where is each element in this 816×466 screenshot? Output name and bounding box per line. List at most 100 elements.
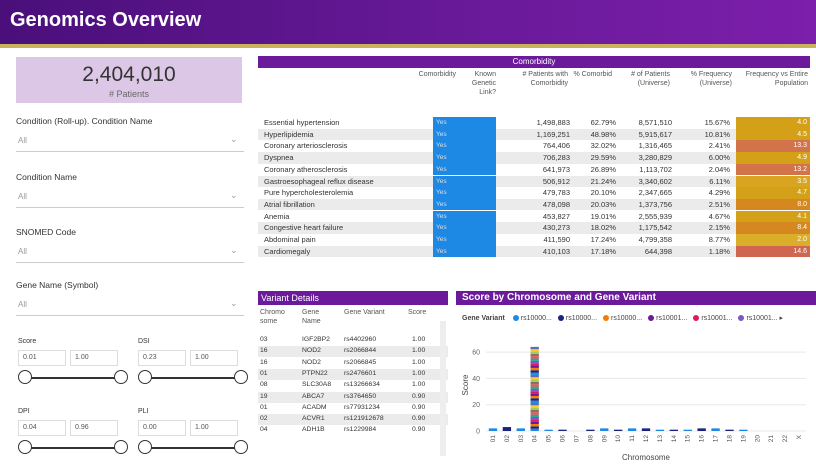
slider-min-handle[interactable]: [138, 440, 152, 454]
chevron-down-icon[interactable]: ⌄: [230, 134, 240, 144]
slider-max-handle[interactable]: [234, 440, 248, 454]
table-row[interactable]: 01 PTPN22 rs2476601 1.00: [258, 368, 448, 380]
legend-item[interactable]: rs10001...: [642, 315, 687, 322]
column-header-gene-variant[interactable]: Gene Variant: [344, 308, 402, 317]
table-row[interactable]: Hyperlipidemia Yes 1,169,251 48.98% 5,915,61…: [258, 128, 810, 141]
slider-track[interactable]: [144, 377, 242, 379]
table-row[interactable]: Gastroesophageal reflux disease Yes 506,91…: [258, 175, 810, 187]
table-row[interactable]: 01 ACADM rs77931234 0.90: [258, 402, 448, 414]
table-row[interactable]: 16 NOD2 rs2066844 1.00: [258, 346, 448, 358]
range-slider-dsi[interactable]: DSI 0.23 1.00: [134, 338, 252, 394]
range-slider-pli[interactable]: PLI 0.00 1.00: [134, 408, 252, 464]
chevron-down-icon[interactable]: ⌄: [230, 190, 240, 200]
comorbidity-title: Comorbidity: [258, 56, 810, 68]
column-header-score[interactable]: Score: [408, 308, 434, 317]
legend-item[interactable]: rs10000...: [507, 315, 552, 322]
slider-max-handle[interactable]: [234, 370, 248, 384]
legend-swatch: [603, 315, 610, 321]
dropdown-condition-name[interactable]: All ⌄: [16, 186, 244, 208]
slider-max-handle[interactable]: [114, 440, 128, 454]
freq-universe-cell: 1.18%: [708, 246, 730, 256]
column-header-pct-comorbid[interactable]: % Comorbid: [570, 70, 612, 79]
table-row[interactable]: Cardiomegaly Yes 410,103 17.18% 644,398 1.18%…: [258, 245, 810, 258]
table-row[interactable]: 03 IGF2BP2 rs4402960 1.00: [258, 335, 448, 346]
range-max-input[interactable]: 1.00: [190, 350, 238, 366]
comorbidity-name: Coronary arteriosclerosis: [264, 141, 348, 151]
legend-label: rs10000...: [520, 315, 552, 322]
table-row[interactable]: Congestive heart failure Yes 430,273 18.02%…: [258, 222, 810, 234]
column-header-chromosome[interactable]: Chromo some: [260, 308, 290, 326]
range-min-input[interactable]: 0.04: [18, 420, 66, 436]
legend-label: rs10000...: [611, 315, 643, 322]
column-header-freq-universe[interactable]: % Frequency (Universe): [688, 70, 732, 88]
slicer-condition-name[interactable]: Condition Name All ⌄: [12, 172, 248, 212]
patients-cell: 411,590: [543, 235, 570, 244]
dropdown-gene-name[interactable]: All ⌄: [16, 294, 244, 316]
legend-item[interactable]: rs10000...: [597, 315, 642, 322]
bar-segment: [530, 349, 539, 352]
range-title: DPI: [18, 408, 30, 415]
column-header-known-link[interactable]: Known Genetic Link?: [458, 70, 496, 97]
x-tick-label: 09: [601, 435, 608, 443]
table-row[interactable]: 02 ACVR1 rs121912678 0.90: [258, 414, 448, 426]
column-header-gene-name[interactable]: Gene Name: [302, 308, 334, 326]
slider-max-handle[interactable]: [114, 370, 128, 384]
legend-label: rs10000...: [565, 315, 598, 322]
table-row[interactable]: Atrial fibrillation Yes 478,098 20.03% 1,373…: [258, 198, 810, 211]
legend-swatch: [693, 315, 700, 321]
column-header-universe[interactable]: # of Patients (Universe): [616, 70, 670, 88]
slider-min-handle[interactable]: [18, 370, 32, 384]
gene-name-cell: ACVR1: [302, 415, 325, 423]
range-max-input[interactable]: 1.00: [190, 420, 238, 436]
table-row[interactable]: Coronary arteriosclerosis Yes 764,406 32.02…: [258, 140, 810, 152]
freq-vs-population-cell: 4.1: [736, 210, 810, 223]
legend-item[interactable]: rs10001...: [687, 315, 732, 322]
bar-segment: [530, 360, 539, 364]
range-slider-dpi[interactable]: DPI 0.04 0.96: [14, 408, 132, 464]
comorbidity-name: Congestive heart failure: [264, 223, 344, 233]
range-title: DSI: [138, 338, 150, 345]
column-header-freq-vs-population[interactable]: Frequency vs Entire Population: [738, 70, 808, 88]
range-max-input[interactable]: 1.00: [70, 350, 118, 366]
range-min-input[interactable]: 0.00: [138, 420, 186, 436]
dropdown-condition-rollup[interactable]: All ⌄: [16, 130, 244, 152]
pct-comorbid-cell: 20.03%: [590, 199, 616, 209]
legend-item[interactable]: rs10001...: [732, 315, 778, 322]
slicer-gene-name[interactable]: Gene Name (Symbol) All ⌄: [12, 280, 248, 320]
table-row[interactable]: Pure hypercholesterolemia Yes 479,783 20.10…: [258, 187, 810, 199]
x-tick-label: 08: [587, 435, 594, 443]
slider-min-handle[interactable]: [138, 370, 152, 384]
table-row[interactable]: Abdominal pain Yes 411,590 17.24% 4,799,358 8…: [258, 234, 810, 246]
slider-track[interactable]: [24, 447, 122, 449]
table-row[interactable]: 19 ABCA7 rs3764650 0.90: [258, 391, 448, 403]
range-slider-score[interactable]: Score 0.01 1.00: [14, 338, 132, 394]
bar-segment: [530, 426, 539, 429]
x-tick-label: 01: [490, 435, 497, 443]
slider-track[interactable]: [144, 447, 242, 449]
table-row[interactable]: Anemia Yes 453,827 19.01% 2,555,939 4.67% 4.1: [258, 210, 810, 223]
table-row[interactable]: Coronary atherosclerosis Yes 641,973 26.89%…: [258, 163, 810, 176]
scrollbar[interactable]: [440, 321, 446, 456]
chevron-right-icon[interactable]: ▸: [780, 315, 784, 322]
range-min-input[interactable]: 0.01: [18, 350, 66, 366]
slider-min-handle[interactable]: [18, 440, 32, 454]
bar-segment: [558, 429, 567, 431]
dropdown-snomed-code[interactable]: All ⌄: [16, 241, 244, 263]
table-row[interactable]: Dyspnea Yes 706,283 29.59% 3,280,829 6.00% 4.9: [258, 152, 810, 164]
slicer-snomed-code[interactable]: SNOMED Code All ⌄: [12, 227, 248, 267]
range-max-input[interactable]: 0.96: [70, 420, 118, 436]
column-header-comorbidity[interactable]: Comorbidity: [368, 70, 456, 79]
slider-track[interactable]: [24, 377, 122, 379]
table-row[interactable]: 08 SLC30A8 rs13266634 1.00: [258, 380, 448, 392]
table-row[interactable]: Essential hypertension Yes 1,498,883 62.79%…: [258, 117, 810, 129]
chevron-down-icon[interactable]: ⌄: [230, 245, 240, 255]
known-link-cell: Yes: [433, 210, 496, 223]
column-header-patients[interactable]: # Patients with Comorbidity: [504, 70, 568, 88]
range-min-input[interactable]: 0.23: [138, 350, 186, 366]
x-tick-label: 22: [782, 435, 789, 443]
legend-item[interactable]: rs10000...: [552, 315, 597, 322]
chevron-down-icon[interactable]: ⌄: [230, 298, 240, 308]
table-row[interactable]: 16 NOD2 rs2066845 1.00: [258, 357, 448, 369]
slicer-condition-rollup[interactable]: Condition (Roll-up). Condition Name All …: [12, 116, 248, 156]
table-row[interactable]: 04 ADH1B rs1229984 0.90: [258, 425, 448, 437]
